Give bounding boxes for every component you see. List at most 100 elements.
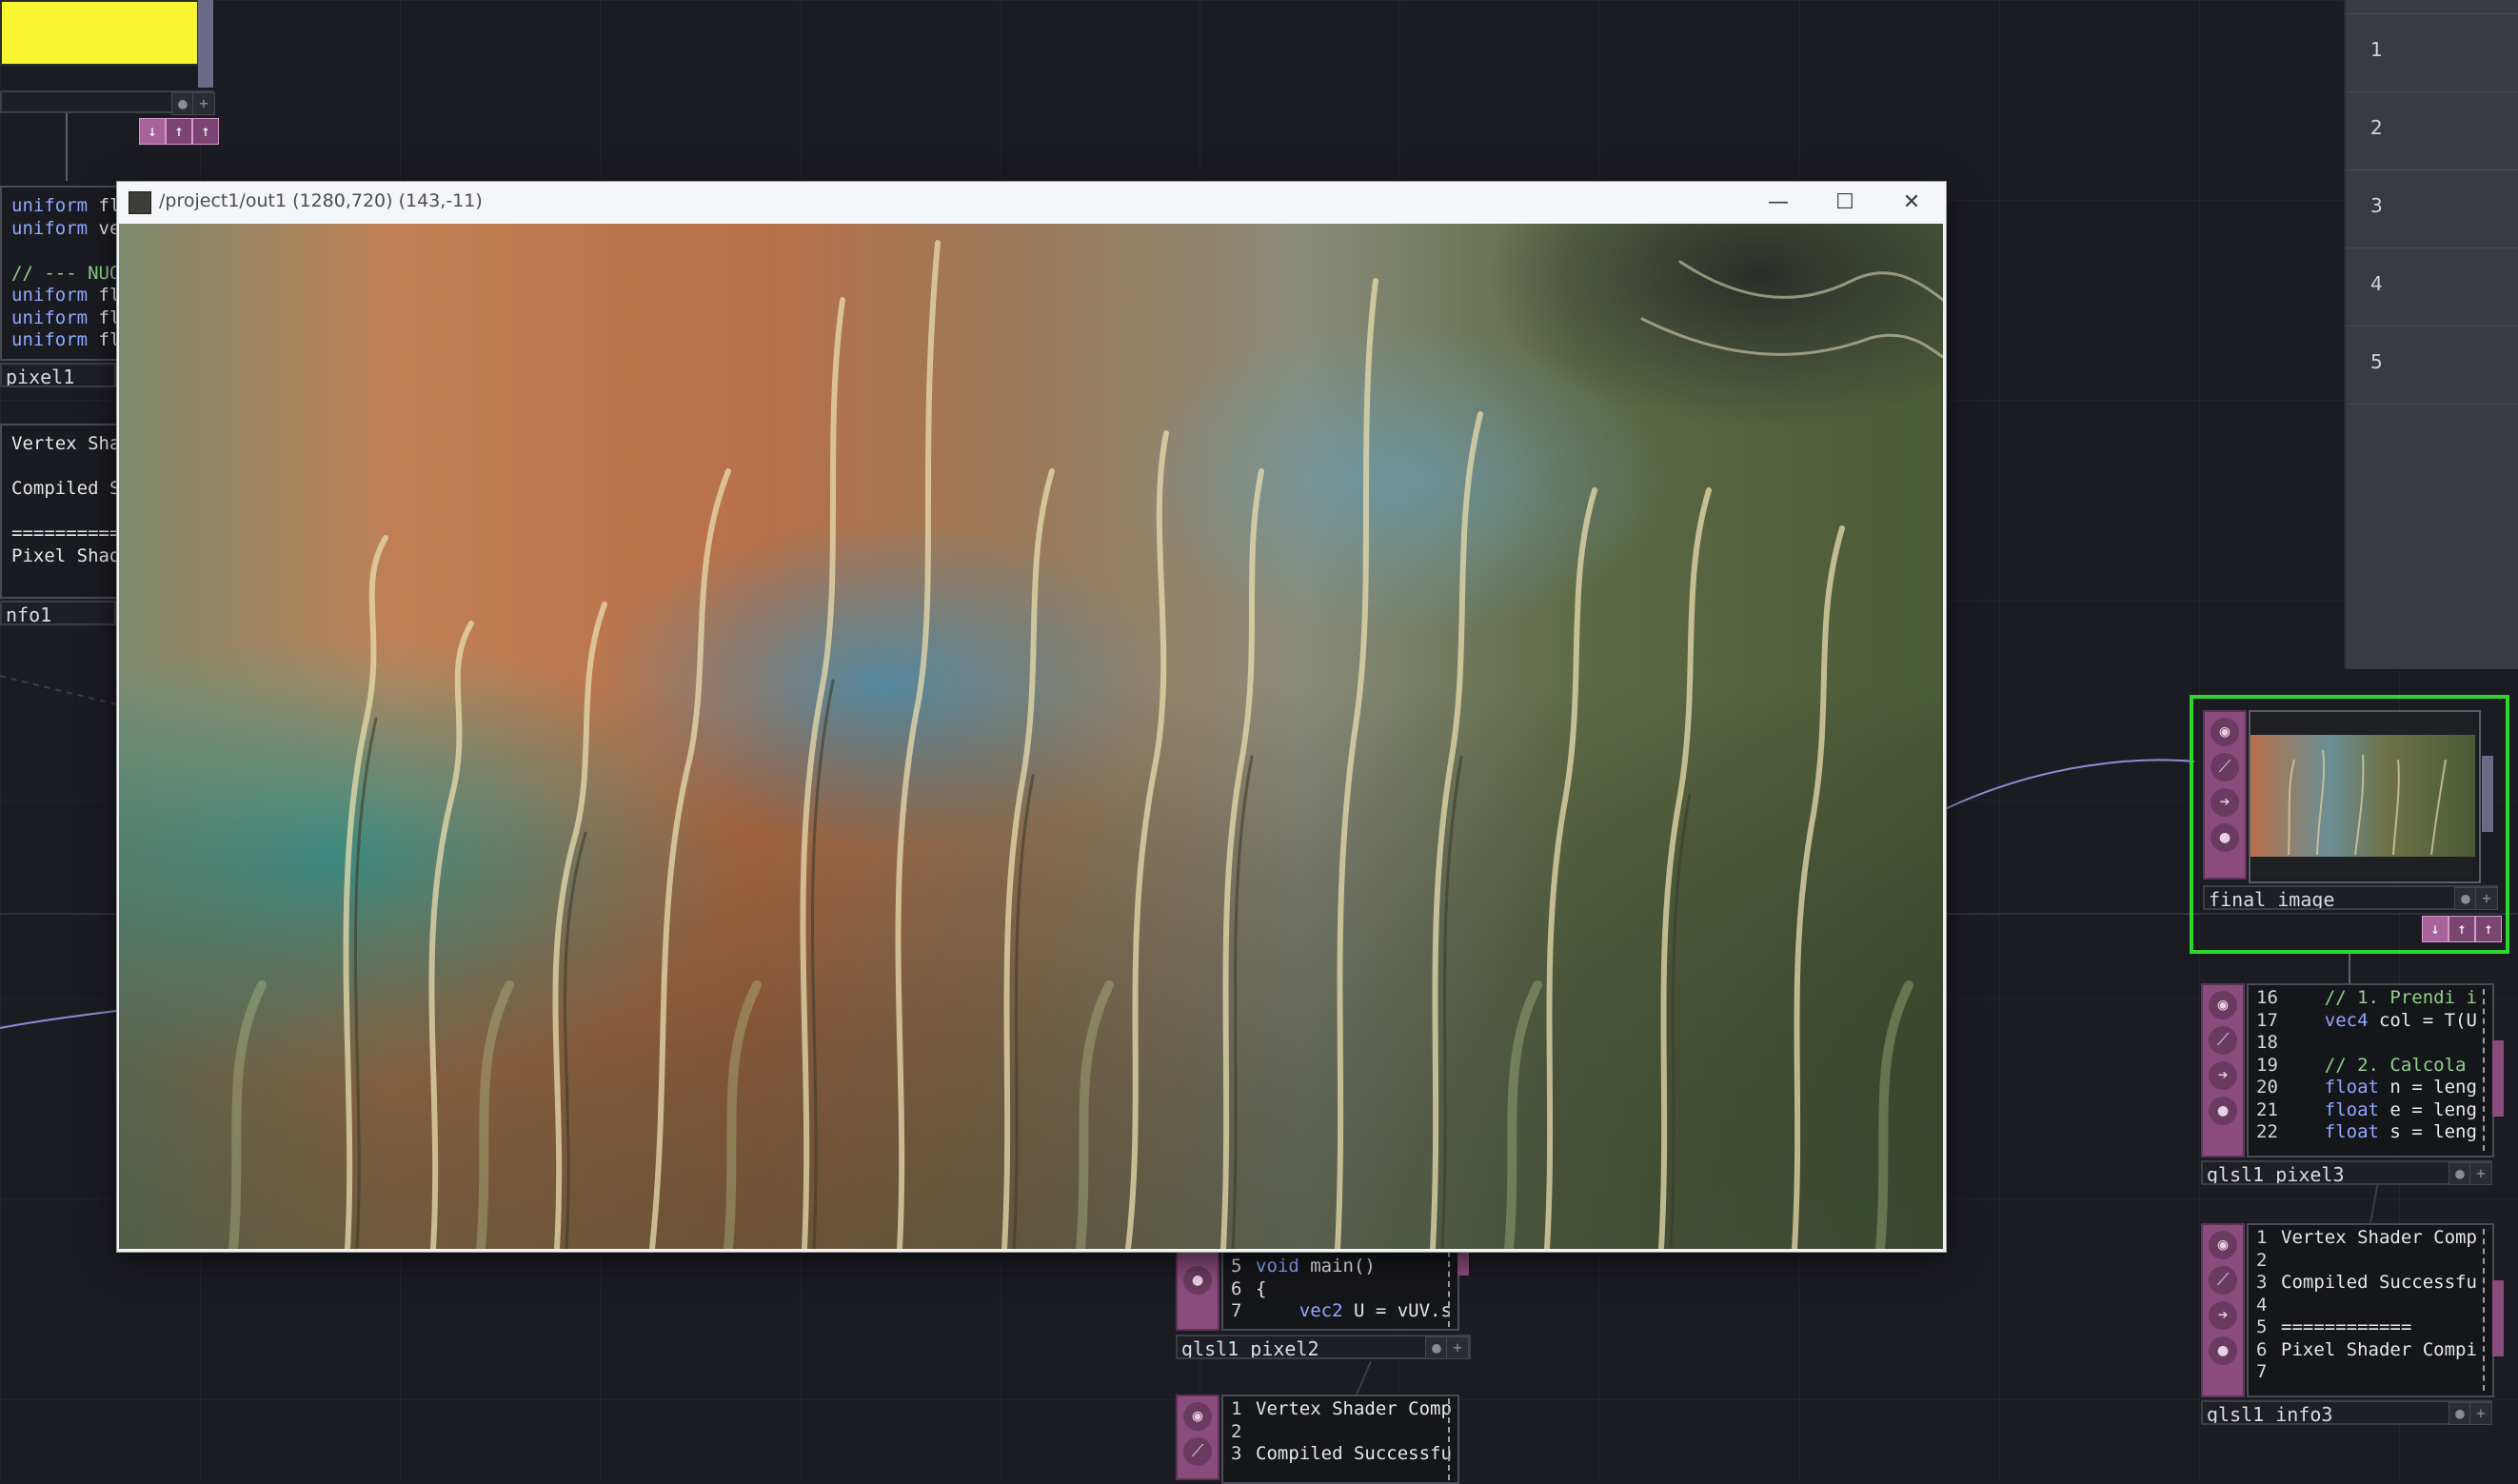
add-icon[interactable]: + (192, 92, 215, 115)
line-text: Compiled Successfu (2281, 1272, 2477, 1293)
text-scrollbar[interactable] (2483, 1229, 2492, 1391)
code-line: Vertex Sha (11, 433, 116, 454)
bypass-icon[interactable]: ● (2454, 887, 2477, 910)
close-button[interactable]: ✕ (1878, 182, 1945, 224)
viewer-flags-strip: ◉ ⟋ ➔ ● (2203, 710, 2247, 880)
list-item[interactable]: 3 (2346, 169, 2518, 248)
bypass-icon[interactable]: ● (171, 92, 194, 115)
bypass-icon[interactable]: ⟋ (2209, 1266, 2237, 1295)
line-text: void main() (1256, 1256, 1376, 1276)
window-titlebar[interactable]: /project1/out1 (1280,720) (143,-11) — ☐ … (117, 182, 1946, 224)
right-list-panel[interactable]: 1 2 3 4 5 (2344, 0, 2518, 669)
list-item[interactable]: 1 (2346, 13, 2518, 92)
code-scrollbar[interactable] (1448, 1241, 1457, 1327)
line-number: 5 (1231, 1256, 1242, 1276)
pixel2-code-view[interactable]: 5 void main() 6{7 vec2 U = vUV.s (1231, 1256, 1454, 1327)
add-icon[interactable]: + (2475, 887, 2498, 910)
code-line: ========== (11, 523, 116, 544)
constant-node[interactable]: ● + ↓ ↑ ↑ (0, 0, 219, 145)
display-flag-icon[interactable]: ↓ (139, 118, 166, 145)
viewer-flag-icon[interactable]: ↑ (2475, 916, 2502, 942)
viewer-active-icon[interactable]: ◉ (2211, 718, 2239, 746)
code-line: 20 float n = leng (2256, 1077, 2488, 1099)
line-number: 18 (2256, 1032, 2278, 1053)
line-text: ============ (2281, 1316, 2412, 1337)
viewer-flags-strip: ◉ ⟋ (1176, 1395, 1219, 1480)
output-connector[interactable] (2482, 756, 2493, 832)
viewer-flag-icon[interactable]: ↑ (192, 118, 219, 145)
code-line: Compiled S (11, 478, 116, 499)
viewer-window[interactable]: /project1/out1 (1280,720) (143,-11) — ☐ … (116, 181, 1947, 1253)
line-text: Compiled Successfu (1256, 1443, 1452, 1464)
code-line: uniform fl (11, 195, 116, 216)
code-line: 6{ (1231, 1278, 1454, 1301)
input-arrow-icon[interactable]: ➔ (2209, 1061, 2237, 1090)
code-line: Pixel Shad (11, 544, 116, 566)
text-scrollbar[interactable] (1448, 1398, 1457, 1480)
maximize-button[interactable]: ☐ (1812, 182, 1878, 224)
bypass-icon[interactable]: ● (1425, 1336, 1448, 1359)
output-connector[interactable] (2492, 1040, 2504, 1117)
bypass-icon[interactable]: ● (2449, 1162, 2471, 1185)
code-line: 22 float s = leng (2256, 1121, 2488, 1144)
add-icon[interactable]: + (2469, 1402, 2492, 1425)
code-scrollbar[interactable] (2483, 989, 2492, 1151)
code-line: uniform fl (11, 285, 116, 306)
glsl1-pixel2-node[interactable]: ● 5 void main() 6{7 vec2 U = vUV.s glsl1_p… (1176, 1237, 1471, 1361)
glsl1-info3-node[interactable]: ◉ ⟋ ➔ ● 1 Vertex Shader Comp 2 3 Compiled Su… (2201, 1223, 2506, 1428)
line-text: float e = leng (2324, 1098, 2477, 1120)
line-number: 17 (2256, 1009, 2278, 1031)
output-connector[interactable] (198, 0, 213, 88)
glsl-pixel1-node[interactable]: uniform fl uniform ve // --- NUO uniform f… (0, 186, 120, 390)
pixel1-label: pixel1 (0, 363, 116, 387)
glsl1-info2-node[interactable]: ◉ ⟋ 1 Vertex Shader Comp 2 3 Compiled Succes… (1176, 1395, 1471, 1484)
line-text: Vertex Shader Comp (2281, 1227, 2477, 1248)
viewer-flags-strip: ◉ ⟋ ➔ ● (2201, 983, 2245, 1158)
constant-preview (0, 0, 199, 66)
input-arrow-icon[interactable]: ➔ (2209, 1301, 2237, 1330)
viewer-active-icon[interactable]: ◉ (2209, 1231, 2237, 1259)
bypass-icon[interactable]: ● (2449, 1402, 2471, 1425)
render-output-canvas[interactable] (119, 224, 1943, 1249)
bypass-icon[interactable]: ⟋ (2211, 753, 2239, 782)
lock-icon[interactable]: ● (2211, 823, 2239, 852)
viewer-active-icon[interactable]: ◉ (1183, 1402, 1212, 1431)
export-flag-icon[interactable]: ↑ (2449, 916, 2475, 942)
final-image-node[interactable]: ◉ ⟋ ➔ ● final_image ● + ↓ ↑ ↑ (2190, 695, 2509, 954)
pixel3-code-view[interactable]: 16 // 1. Prendi i 17 vec4 col = T(U 18 19 /… (2256, 987, 2488, 1154)
bypass-icon[interactable]: ⟋ (2209, 1026, 2237, 1055)
add-icon[interactable]: + (2469, 1162, 2492, 1185)
line-number: 7 (1231, 1300, 1242, 1321)
lock-icon[interactable]: ● (2209, 1097, 2237, 1125)
code-line: 18 (2256, 1032, 2488, 1055)
line-number: 5 (2256, 1316, 2268, 1337)
lock-icon[interactable]: ● (2209, 1336, 2237, 1365)
input-arrow-icon[interactable]: ➔ (2211, 788, 2239, 817)
thumbnail-image (2250, 712, 2475, 878)
list-item[interactable]: 4 (2346, 247, 2518, 326)
lock-icon[interactable]: ● (1183, 1266, 1212, 1295)
viewer-active-icon[interactable]: ◉ (2209, 991, 2237, 1019)
output-connector[interactable] (2492, 1280, 2504, 1356)
glsl-info1-node[interactable]: Vertex Sha Compiled S ========== Pixel Sh… (0, 424, 120, 628)
add-icon[interactable]: + (1446, 1336, 1469, 1359)
info1-text-view: Vertex Sha Compiled S ========== Pixel Sh… (11, 433, 116, 595)
code-line: 16 // 1. Prendi i (2256, 987, 2488, 1010)
pixel1-code-view[interactable]: uniform fl uniform ve // --- NUO uniform f… (11, 195, 116, 357)
list-header (2346, 0, 2518, 14)
line-number: 22 (2256, 1121, 2278, 1142)
glsl1-pixel3-node[interactable]: ◉ ⟋ ➔ ● 16 // 1. Prendi i 17 vec4 col = T… (2201, 983, 2506, 1188)
list-item[interactable]: 2 (2346, 91, 2518, 170)
minimize-button[interactable]: — (1745, 182, 1812, 224)
bypass-icon[interactable]: ⟋ (1183, 1437, 1212, 1466)
line-number: 2 (1231, 1420, 1242, 1442)
line-number: 7 (2256, 1361, 2268, 1382)
code-line: 5 void main() (1231, 1256, 1454, 1278)
rendered-image (119, 224, 1943, 1249)
export-flag-icon[interactable]: ↑ (166, 118, 192, 145)
display-flag-icon[interactable]: ↓ (2422, 916, 2449, 942)
list-item[interactable]: 5 (2346, 326, 2518, 405)
line-text: float n = leng (2324, 1077, 2477, 1098)
